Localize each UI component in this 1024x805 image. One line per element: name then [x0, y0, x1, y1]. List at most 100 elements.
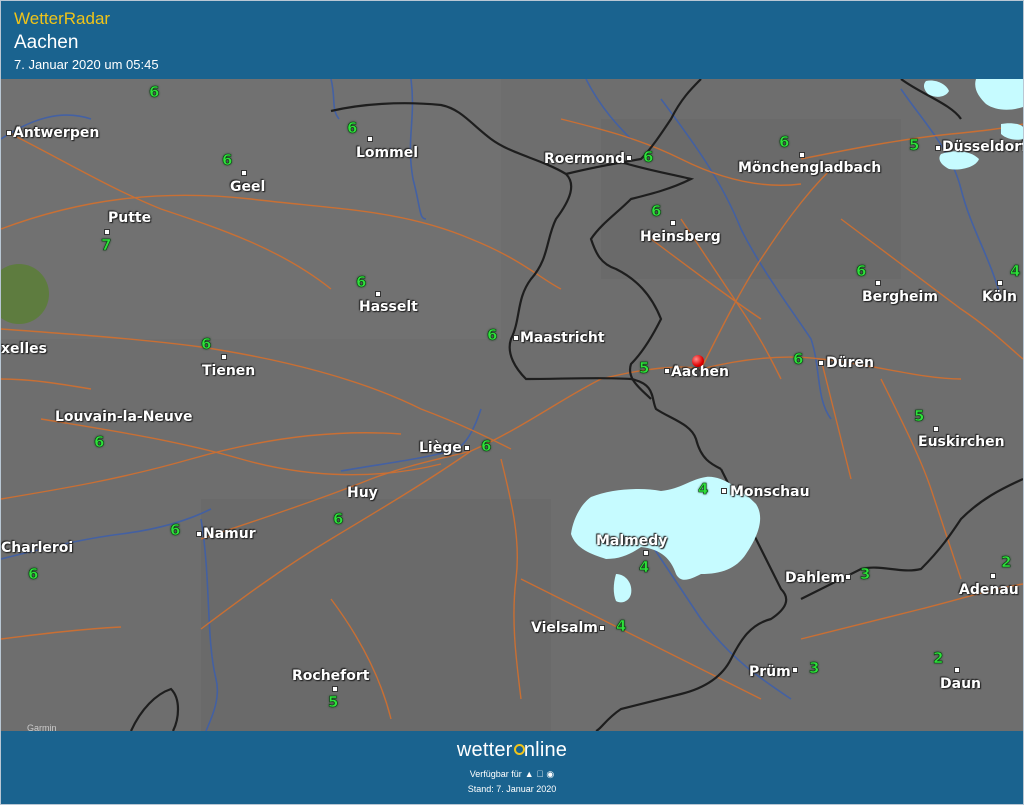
temp-reading: 6 [333, 510, 344, 529]
app-frame: WetterRadar Aachen 7. Januar 2020 um 05:… [0, 0, 1024, 805]
city-label-pruem[interactable]: Prüm [749, 664, 791, 680]
temp-reading: 6 [779, 133, 790, 152]
city-label-monschau[interactable]: Monschau [730, 484, 810, 500]
brand-o-ring-icon: o [513, 739, 525, 762]
city-label-maastricht[interactable]: Maastricht [520, 330, 605, 346]
city-marker [196, 531, 202, 537]
temp-reading: 6 [643, 148, 654, 167]
city-label-vielsalm[interactable]: Vielsalm [531, 620, 598, 636]
city-marker [875, 280, 881, 286]
city-label-geel[interactable]: Geel [230, 179, 265, 195]
temp-reading: 3 [860, 565, 871, 584]
city-marker [845, 574, 851, 580]
city-label-louvain[interactable]: Louvain-la-Neuve [55, 409, 193, 425]
city-marker [990, 573, 996, 579]
temp-reading: 2 [1001, 553, 1012, 572]
city-marker [933, 426, 939, 432]
city-label-namur[interactable]: Namur [203, 526, 256, 542]
temp-reading: 4 [616, 617, 627, 636]
city-marker [6, 130, 12, 136]
city-marker [513, 335, 519, 341]
brand-logo[interactable]: wetteronline [1, 739, 1023, 762]
temp-reading: 6 [481, 437, 492, 456]
temp-reading: 6 [793, 350, 804, 369]
location-title: Aachen [14, 32, 79, 53]
city-marker [721, 488, 727, 494]
city-label-heinsberg[interactable]: Heinsberg [640, 229, 721, 245]
brand-text-pre: wetter [456, 739, 513, 761]
temp-reading: 6 [170, 521, 181, 540]
footer: wetteronline Verfügbar für▲◉ Stand: 7. … [1, 731, 1023, 804]
temp-reading: 5 [914, 407, 925, 426]
city-label-tienen[interactable]: Tienen [202, 363, 255, 379]
city-label-huy[interactable]: Huy [347, 485, 378, 501]
temp-reading: 6 [149, 83, 160, 102]
location-pin-stem [697, 366, 699, 376]
city-label-moenchengladbach[interactable]: Mönchengladbach [738, 160, 881, 176]
city-label-bruxelles[interactable]: xelles [1, 341, 47, 357]
temp-reading: 4 [698, 480, 709, 499]
city-label-charleroi[interactable]: Charleroi [1, 540, 73, 556]
radar-map[interactable]: Antwerpen Lommel Roermond Mönchengladbac… [1, 79, 1023, 731]
temp-reading: 5 [639, 359, 650, 378]
apple-icon[interactable]:  [537, 769, 544, 779]
temp-reading: 4 [639, 558, 650, 577]
map-copyright: Garmin [27, 723, 57, 731]
map-base [1, 79, 1023, 731]
city-label-lommel[interactable]: Lommel [356, 145, 418, 161]
temp-reading: 6 [201, 335, 212, 354]
app-title: WetterRadar [14, 9, 111, 28]
city-label-duesseldorf[interactable]: Düsseldorf [942, 139, 1023, 155]
location-pin-icon[interactable] [692, 355, 704, 367]
city-marker [104, 229, 110, 235]
city-marker [643, 550, 649, 556]
available-line: Verfügbar für▲◉ [1, 769, 1023, 780]
temp-reading: 6 [651, 202, 662, 221]
city-label-malmedy[interactable]: Malmedy [596, 533, 667, 549]
city-label-euskirchen[interactable]: Euskirchen [918, 434, 1005, 450]
city-label-antwerpen[interactable]: Antwerpen [13, 125, 99, 141]
city-label-putte[interactable]: Putte [108, 210, 151, 226]
temp-reading: 6 [356, 273, 367, 292]
android-icon[interactable]: ▲ [525, 769, 534, 779]
city-label-dahlem[interactable]: Dahlem [785, 570, 845, 586]
city-marker [626, 155, 632, 161]
city-marker [954, 667, 960, 673]
web-icon[interactable]: ◉ [546, 769, 554, 780]
temp-reading: 6 [94, 433, 105, 452]
city-marker [241, 170, 247, 176]
city-marker [818, 360, 824, 366]
temp-reading: 5 [328, 693, 339, 712]
city-marker [935, 145, 941, 151]
city-marker [367, 136, 373, 142]
temp-reading: 6 [856, 262, 867, 281]
city-label-adenau[interactable]: Adenau [959, 582, 1019, 598]
temp-reading: 6 [28, 565, 39, 584]
city-label-hasselt[interactable]: Hasselt [359, 299, 418, 315]
temp-reading: 2 [933, 649, 944, 668]
city-marker [792, 667, 798, 673]
stand-date: Stand: 7. Januar 2020 [467, 784, 557, 794]
city-marker [997, 280, 1003, 286]
temp-reading: 3 [809, 659, 820, 678]
city-marker [599, 625, 605, 631]
city-marker [375, 291, 381, 297]
city-label-rochefort[interactable]: Rochefort [292, 668, 369, 684]
available-text: Verfügbar für [469, 769, 522, 779]
city-label-daun[interactable]: Daun [940, 676, 981, 692]
city-label-liege[interactable]: Liège [419, 440, 462, 456]
city-label-koeln[interactable]: Köln [982, 289, 1017, 305]
brand-text-post: nline [523, 739, 568, 761]
city-label-roermond[interactable]: Roermond [544, 151, 625, 167]
temp-reading: 6 [487, 326, 498, 345]
temp-reading: 6 [222, 151, 233, 170]
city-label-dueren[interactable]: Düren [826, 355, 874, 371]
city-marker [221, 354, 227, 360]
temp-reading: 5 [909, 136, 920, 155]
temp-reading: 7 [101, 236, 112, 255]
city-marker [799, 152, 805, 158]
temp-reading: 4 [1010, 262, 1021, 281]
temp-reading: 6 [347, 119, 358, 138]
city-label-bergheim[interactable]: Bergheim [862, 289, 938, 305]
radar-timestamp: 7. Januar 2020 um 05:45 [14, 57, 159, 72]
